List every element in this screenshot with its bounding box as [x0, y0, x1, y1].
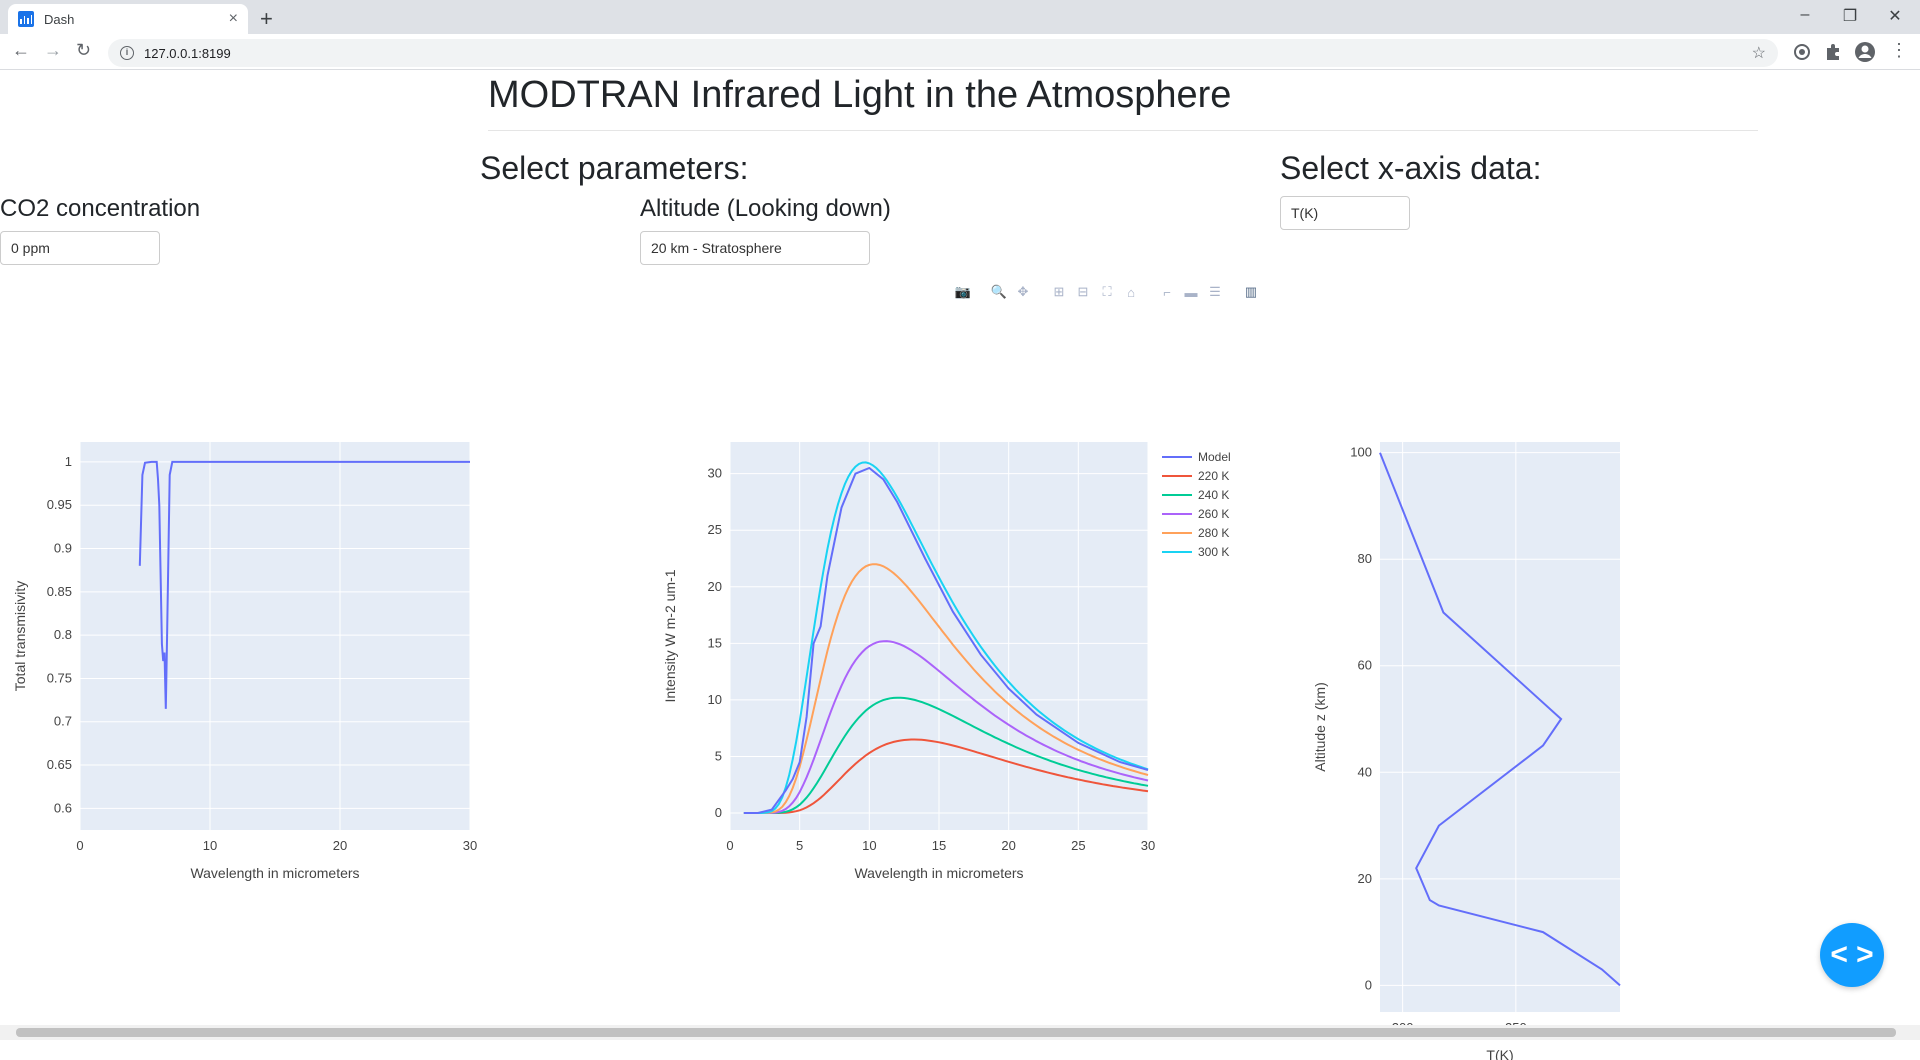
- minimize-button[interactable]: –: [1785, 6, 1825, 24]
- y-tick-label: 0.95: [47, 497, 72, 512]
- scrollbar-thumb[interactable]: [16, 1028, 1896, 1037]
- plot-area: [80, 442, 470, 830]
- temperature-profile-chart[interactable]: 200250020406080100T(K)Altitude z (km): [1300, 360, 1640, 1060]
- y-tick-label: 0.8: [54, 627, 72, 642]
- spike-lines-icon[interactable]: ⌐: [1158, 283, 1176, 301]
- x-tick-label: 30: [1141, 838, 1155, 853]
- select-parameters-heading: Select parameters:: [480, 150, 749, 186]
- close-window-button[interactable]: ✕: [1875, 6, 1915, 26]
- x-axis-title: T(K): [1486, 1047, 1513, 1060]
- legend-label: 240 K: [1198, 488, 1229, 502]
- plot-area: [1380, 442, 1620, 1012]
- y-tick-label: 80: [1358, 551, 1372, 566]
- x-axis-title: Wavelength in micrometers: [190, 865, 359, 881]
- x-tick-label: 0: [726, 838, 733, 853]
- y-tick-label: 0: [715, 805, 722, 820]
- x-tick-label: 10: [203, 838, 217, 853]
- dev-tools-button[interactable]: < >: [1820, 923, 1884, 987]
- transmissivity-chart[interactable]: 0 10 20 30 0.6 0.65 0.7 0.75 0.8 0.85 0.9 0.95 1 Wave…: [0, 360, 500, 920]
- title-divider: [488, 130, 1758, 131]
- x-tick-label: 25: [1071, 838, 1085, 853]
- y-tick-label: 0.65: [47, 757, 72, 772]
- y-tick-label: 60: [1358, 658, 1372, 673]
- y-tick-label: 0.6: [54, 800, 72, 815]
- y-tick-label: 30: [708, 466, 722, 481]
- plot-modebar: 📷 🔍 ✥ ⊞ ⊟ ⛶ ⌂ ⌐ ▬ ☰ ▥: [954, 282, 1260, 302]
- reset-axes-icon[interactable]: ⌂: [1122, 283, 1140, 301]
- dash-favicon-icon: [18, 11, 34, 27]
- address-bar[interactable]: i 127.0.0.1:8199 ☆: [108, 39, 1778, 67]
- page-title: MODTRAN Infrared Light in the Atmosphere: [488, 74, 1232, 116]
- select-xaxis-heading: Select x-axis data:: [1280, 150, 1542, 186]
- url-text: 127.0.0.1:8199: [144, 45, 231, 61]
- xaxis-dropdown[interactable]: T(K): [1280, 196, 1410, 230]
- y-tick-label: 15: [708, 635, 722, 650]
- y-tick-label: 0.85: [47, 584, 72, 599]
- legend-label: 260 K: [1198, 507, 1229, 521]
- bookmark-star-icon[interactable]: ☆: [1752, 43, 1766, 63]
- zoom-icon[interactable]: 🔍: [990, 283, 1008, 301]
- x-tick-label: 20: [1001, 838, 1015, 853]
- altitude-dropdown[interactable]: 20 km - Stratosphere: [640, 231, 870, 265]
- co2-dropdown[interactable]: 0 ppm: [0, 231, 160, 265]
- altitude-label: Altitude (Looking down): [640, 195, 891, 222]
- y-axis-title: Total transmisivity: [12, 581, 28, 691]
- pan-icon[interactable]: ✥: [1014, 283, 1032, 301]
- zoom-out-icon[interactable]: ⊟: [1074, 283, 1092, 301]
- y-axis-title: Intensity W m-2 um-1: [662, 569, 678, 702]
- x-tick-label: 5: [796, 838, 803, 853]
- co2-dropdown-value: 0 ppm: [11, 240, 50, 256]
- x-tick-label: 15: [932, 838, 946, 853]
- y-tick-label: 10: [708, 692, 722, 707]
- intensity-chart[interactable]: 0 5 10 15 20 25 30 0 5 10 15 20 25 30 Wavelength in mi…: [660, 360, 1260, 920]
- y-tick-label: 0: [1365, 977, 1372, 992]
- xaxis-dropdown-value: T(K): [1291, 205, 1319, 221]
- extensions-puzzle-icon[interactable]: [1823, 42, 1843, 62]
- tab-title: Dash: [44, 11, 75, 27]
- restore-button[interactable]: ❐: [1830, 6, 1870, 26]
- browser-menu-icon[interactable]: ⋮: [1890, 40, 1908, 61]
- y-tick-label: 0.75: [47, 670, 72, 685]
- tab-close-icon[interactable]: ×: [229, 10, 238, 28]
- co2-label: CO2 concentration: [0, 195, 201, 222]
- y-tick-label: 5: [715, 748, 722, 763]
- legend-label: 300 K: [1198, 545, 1229, 559]
- y-tick-label: 0.7: [54, 714, 72, 729]
- navigation-bar: ← → ↻ i 127.0.0.1:8199 ☆ ⋮: [0, 34, 1920, 70]
- profile-avatar-icon[interactable]: [1854, 41, 1876, 63]
- back-button[interactable]: ←: [12, 40, 30, 61]
- y-tick-label: 1: [65, 454, 72, 469]
- dash-app: MODTRAN Infrared Light in the Atmosphere…: [0, 70, 1920, 1060]
- reload-button[interactable]: ↻: [76, 40, 91, 61]
- x-tick-label: 30: [463, 838, 477, 853]
- extension-circle-icon[interactable]: [1792, 42, 1812, 62]
- x-tick-label: 20: [333, 838, 347, 853]
- hover-closest-icon[interactable]: ▬: [1182, 283, 1200, 301]
- y-tick-label: 20: [1358, 871, 1372, 886]
- hover-compare-icon[interactable]: ☰: [1206, 283, 1224, 301]
- y-tick-label: 25: [708, 522, 722, 537]
- y-tick-label: 0.9: [54, 541, 72, 556]
- zoom-in-icon[interactable]: ⊞: [1050, 283, 1068, 301]
- tab-bar: Dash × + – ❐ ✕: [0, 0, 1920, 34]
- x-axis-title: Wavelength in micrometers: [854, 865, 1023, 881]
- legend-label: 220 K: [1198, 469, 1229, 483]
- y-tick-label: 100: [1350, 445, 1372, 460]
- plotly-logo-icon[interactable]: ▥: [1242, 283, 1260, 301]
- legend-label: Model: [1198, 450, 1231, 464]
- new-tab-button[interactable]: +: [260, 6, 273, 32]
- x-tick-label: 10: [862, 838, 876, 853]
- forward-button[interactable]: →: [44, 40, 62, 61]
- legend-label: 280 K: [1198, 526, 1229, 540]
- horizontal-scrollbar[interactable]: [0, 1025, 1920, 1040]
- altitude-dropdown-value: 20 km - Stratosphere: [651, 240, 782, 256]
- x-tick-label: 0: [76, 838, 83, 853]
- y-tick-label: 20: [708, 579, 722, 594]
- y-tick-label: 40: [1358, 764, 1372, 779]
- camera-icon[interactable]: 📷: [954, 283, 972, 301]
- site-info-icon[interactable]: i: [120, 46, 134, 60]
- y-axis-title: Altitude z (km): [1312, 682, 1328, 771]
- browser-tab[interactable]: Dash ×: [8, 4, 248, 34]
- autoscale-icon[interactable]: ⛶: [1098, 283, 1116, 301]
